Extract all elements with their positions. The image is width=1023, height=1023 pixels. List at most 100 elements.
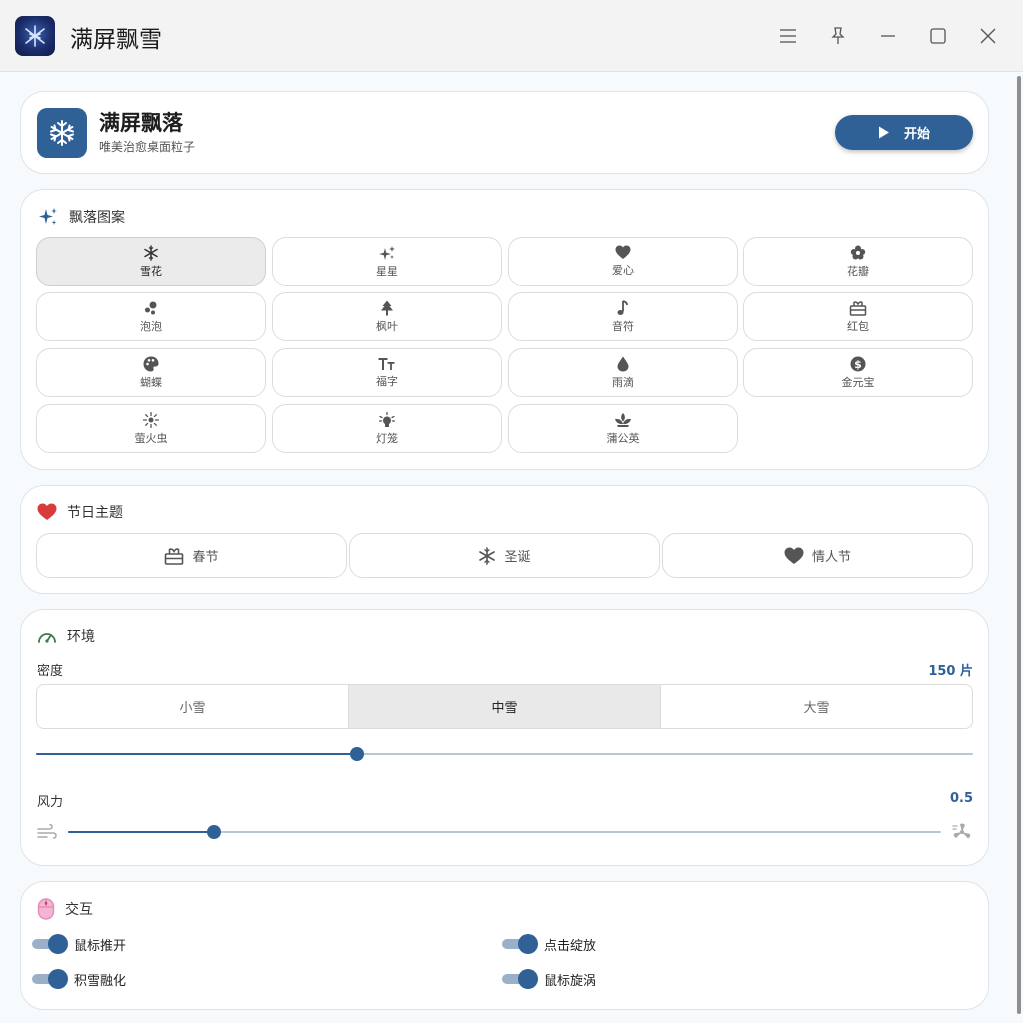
pattern-label: 枫叶 <box>376 319 398 333</box>
pattern-dandelion[interactable]: 蒲公英 <box>508 404 738 453</box>
pattern-label: 蝴蝶 <box>140 375 162 389</box>
preset-heavy-snow[interactable]: 大雪 <box>661 685 972 728</box>
pattern-label: 爱心 <box>612 264 634 277</box>
theme-spring-festival[interactable]: 春节 <box>36 533 347 578</box>
toggle-label: 点击绽放 <box>544 938 597 954</box>
pattern-stars[interactable]: 星星 <box>272 237 502 286</box>
patterns-header: 飘落图案 <box>37 206 125 228</box>
snowflake-icon <box>50 120 74 146</box>
themes-heading: 节日主题 <box>67 505 123 521</box>
drop-icon <box>617 356 629 371</box>
wind-value: 0.5 <box>949 791 973 806</box>
interaction-card: 交互 鼠标推开 点击绽放 积雪融化 鼠标旋涡 <box>20 881 989 1010</box>
environment-heading: 环境 <box>67 629 95 645</box>
pattern-label: 雨滴 <box>612 375 634 389</box>
pin-button[interactable] <box>824 22 852 50</box>
menu-button[interactable] <box>774 22 802 50</box>
app-logo <box>15 16 55 56</box>
density-slider[interactable] <box>36 747 973 761</box>
title-bar: 满屏飘雪 <box>0 0 1023 72</box>
pattern-firefly[interactable]: 萤火虫 <box>36 404 266 453</box>
pattern-gold-ingot[interactable]: $ 金元宝 <box>743 348 973 397</box>
pattern-label: 音符 <box>612 319 634 333</box>
start-button[interactable]: 开始 <box>835 115 973 150</box>
pattern-label: 红包 <box>847 319 869 333</box>
menu-icon <box>780 29 796 43</box>
wind-slider-thumb[interactable] <box>207 825 221 839</box>
pattern-label: 灯笼 <box>376 431 398 445</box>
patterns-card: 飘落图案 雪花 星星 爱心 花瓣 泡泡 枫叶 音符 红包 蝴蝶 福字 雨滴 $ … <box>20 189 989 470</box>
environment-card: 环境 密度 150 片 小雪 中雪 大雪 风力 0.5 <box>20 609 989 866</box>
sparkles-icon <box>379 245 395 260</box>
interaction-header: 交互 <box>37 898 93 920</box>
density-slider-thumb[interactable] <box>350 747 364 761</box>
pattern-red-envelope[interactable]: 红包 <box>743 292 973 341</box>
wind-high-icon <box>952 823 971 839</box>
pattern-label: 福字 <box>376 374 398 388</box>
gift-icon <box>849 300 867 316</box>
pattern-petal[interactable]: 花瓣 <box>743 237 973 286</box>
minimize-button[interactable] <box>874 22 902 50</box>
density-value: 150 片 <box>928 664 973 679</box>
toggle-mouse-push[interactable]: 鼠标推开 <box>32 934 126 954</box>
tree-icon <box>381 300 393 315</box>
pattern-lantern[interactable]: 灯笼 <box>272 404 502 453</box>
themes-card: 节日主题 春节 圣诞 情人节 <box>20 485 989 594</box>
toggle-label: 鼠标推开 <box>74 938 127 954</box>
close-icon <box>980 28 996 44</box>
pattern-label: 雪花 <box>140 264 162 278</box>
scrollbar[interactable] <box>1017 76 1021 1014</box>
gauge-icon <box>38 633 56 643</box>
switch[interactable] <box>502 969 538 989</box>
theme-valentines[interactable]: 情人节 <box>662 533 973 578</box>
switch[interactable] <box>32 969 68 989</box>
pattern-raindrop[interactable]: 雨滴 <box>508 348 738 397</box>
wind-low-icon <box>37 824 57 839</box>
pattern-butterfly[interactable]: 蝴蝶 <box>36 348 266 397</box>
wind-slider-fill <box>68 831 214 833</box>
pattern-label: 泡泡 <box>140 319 162 333</box>
switch[interactable] <box>32 934 68 954</box>
hero-card: 满屏飘落 唯美治愈桌面粒子 开始 <box>20 91 989 174</box>
firefly-icon <box>143 411 159 428</box>
wind-slider[interactable] <box>68 825 941 839</box>
heart-icon <box>784 547 804 564</box>
mouse-icon <box>37 898 55 920</box>
pattern-bubbles[interactable]: 泡泡 <box>36 292 266 341</box>
snowflake-icon <box>479 546 496 565</box>
pattern-snowflake[interactable]: 雪花 <box>36 237 266 286</box>
pattern-maple[interactable]: 枫叶 <box>272 292 502 341</box>
maximize-button[interactable] <box>924 22 952 50</box>
preset-light-snow[interactable]: 小雪 <box>37 685 349 728</box>
toggle-click-bloom[interactable]: 点击绽放 <box>502 934 596 954</box>
theme-label: 春节 <box>192 550 219 565</box>
switch[interactable] <box>502 934 538 954</box>
window-title: 满屏飘雪 <box>70 27 162 53</box>
hero-title: 满屏飘落 <box>99 111 183 135</box>
density-label: 密度 <box>37 664 64 679</box>
theme-label: 情人节 <box>811 550 851 565</box>
pin-icon <box>831 27 845 44</box>
pattern-label: 蒲公英 <box>606 431 640 445</box>
preset-medium-snow[interactable]: 中雪 <box>349 685 661 728</box>
dollar-coin-icon: $ <box>850 356 866 371</box>
start-button-label: 开始 <box>903 127 930 142</box>
svg-text:$: $ <box>854 358 862 371</box>
text-size-icon <box>378 357 395 370</box>
snowflake-icon <box>144 244 158 261</box>
theme-label: 圣诞 <box>504 550 531 565</box>
toggle-mouse-vortex[interactable]: 鼠标旋涡 <box>502 969 596 989</box>
patterns-heading: 飘落图案 <box>69 210 125 226</box>
pattern-fu[interactable]: 福字 <box>272 348 502 397</box>
toggle-snow-melt[interactable]: 积雪融化 <box>32 969 126 989</box>
close-button[interactable] <box>974 22 1002 50</box>
pattern-label: 萤火虫 <box>134 431 168 445</box>
toggle-label: 积雪融化 <box>74 973 127 989</box>
lantern-icon <box>379 411 395 427</box>
maximize-icon <box>930 28 946 44</box>
pattern-music[interactable]: 音符 <box>508 292 738 341</box>
theme-christmas[interactable]: 圣诞 <box>349 533 660 578</box>
pattern-heart[interactable]: 爱心 <box>508 237 738 286</box>
snowflake-logo-icon <box>25 25 45 47</box>
hero-subtitle: 唯美治愈桌面粒子 <box>99 140 196 154</box>
